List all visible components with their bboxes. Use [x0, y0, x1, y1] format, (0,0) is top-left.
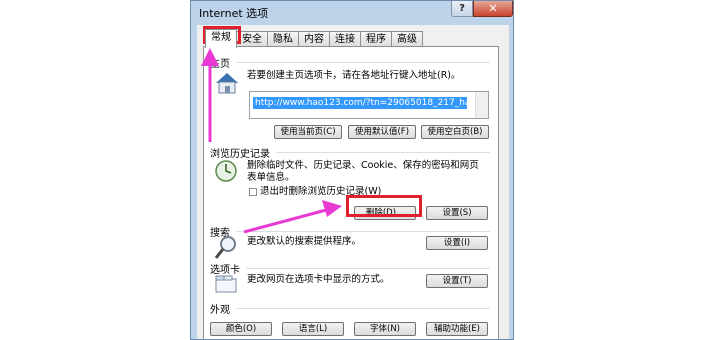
- arrow-right-head: [322, 200, 342, 217]
- arrow-up-head: [201, 48, 219, 66]
- tab-general[interactable]: 常规: [205, 29, 237, 48]
- annotation-arrows: [201, 48, 342, 234]
- arrow-right-shaft: [243, 207, 331, 234]
